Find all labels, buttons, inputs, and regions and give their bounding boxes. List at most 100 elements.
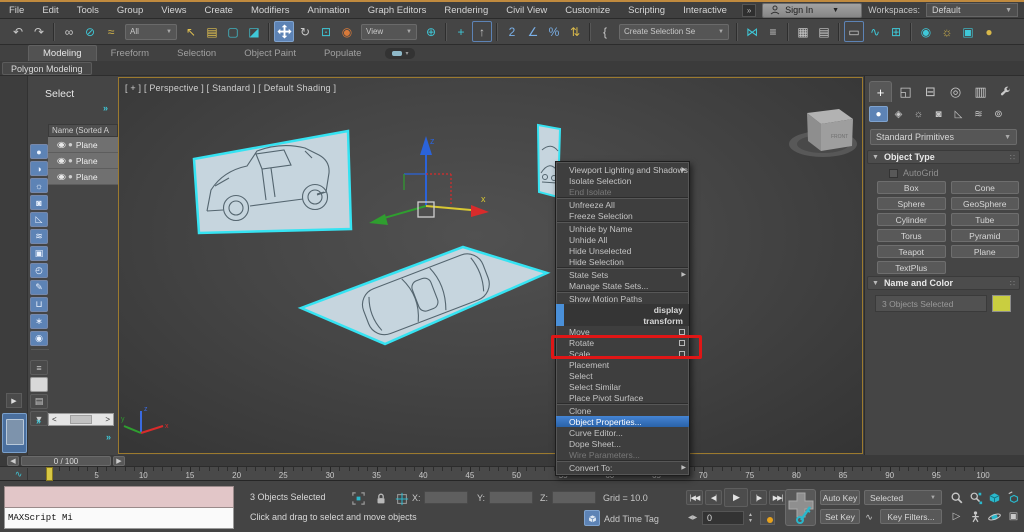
ribbon-toggle-icon[interactable]: ▭	[844, 21, 864, 42]
display-tab[interactable]: ▥	[969, 81, 992, 102]
space-warps-category-icon[interactable]: ≋	[969, 106, 988, 122]
align-icon[interactable]: ≡	[763, 21, 783, 42]
undo-icon[interactable]: ↶	[8, 21, 28, 42]
menu-file[interactable]: File	[0, 2, 33, 18]
select-and-place-icon[interactable]: ◉	[337, 21, 357, 42]
object-type-tube-button[interactable]: Tube	[951, 213, 1020, 226]
time-slider[interactable]: 0 / 100	[21, 456, 111, 466]
key-mode-toggle-icon[interactable]	[760, 511, 775, 525]
view-cube[interactable]: FRONT	[789, 109, 857, 157]
percent-snap-icon[interactable]: %	[544, 21, 564, 42]
context-menu-item-curve-editor[interactable]: Curve Editor...	[556, 427, 689, 438]
track-bar[interactable]: ∿ 51015202530354045505560657075808590951…	[0, 467, 1024, 481]
expand-panel-button[interactable]: ▶	[6, 393, 22, 408]
angle-snap-icon[interactable]: ∠	[523, 21, 543, 42]
object-type-torus-button[interactable]: Torus	[877, 229, 946, 242]
context-menu-item-move[interactable]: Move	[556, 326, 689, 337]
explorer-row-plane[interactable]: ◉●Plane	[48, 137, 118, 153]
go-to-start-button[interactable]: |◀◀	[686, 490, 703, 505]
rendered-frame-window-icon[interactable]: ▣	[958, 21, 978, 42]
settings-box-icon[interactable]	[679, 351, 685, 357]
geometry-category-icon[interactable]: ●	[869, 106, 888, 122]
set-key-button[interactable]: Set Key	[820, 509, 860, 524]
display-hidden-icon[interactable]: ◉	[30, 331, 48, 346]
context-menu-item-viewport-lighting-and-shadows[interactable]: Viewport Lighting and Shadows▶	[556, 164, 689, 175]
menu-tools[interactable]: Tools	[68, 2, 108, 18]
display-bones-icon[interactable]: ◴	[30, 263, 48, 278]
ribbon-tab-populate[interactable]: Populate	[310, 46, 376, 61]
next-frame-button[interactable]: |▶	[750, 490, 767, 505]
object-type-cylinder-button[interactable]: Cylinder	[877, 213, 946, 226]
selection-filter-dropdown[interactable]: All▼	[125, 24, 177, 40]
select-and-scale-icon[interactable]: ⊡	[316, 21, 336, 42]
menu-civil-view[interactable]: Civil View	[497, 2, 556, 18]
context-menu-item-object-properties[interactable]: Object Properties...	[556, 416, 689, 427]
scroll-right-icon[interactable]: >	[105, 415, 110, 424]
ribbon-tab-selection[interactable]: Selection	[163, 46, 230, 61]
object-type-rollout[interactable]: ▼ Object Type ∷	[867, 150, 1020, 164]
selection-dot-icon[interactable]: ●	[68, 172, 73, 181]
context-menu-item-hide-unselected[interactable]: Hide Unselected	[556, 245, 689, 256]
workspace-dropdown[interactable]: Default ▼	[926, 3, 1018, 17]
utilities-tab[interactable]	[994, 81, 1017, 102]
isolate-selection-icon[interactable]	[350, 491, 366, 506]
visibility-eye-icon[interactable]: ◉	[57, 172, 66, 181]
menu-interactive[interactable]: Interactive	[674, 2, 736, 18]
select-and-rotate-icon[interactable]: ↻	[295, 21, 315, 42]
orbit-icon[interactable]	[986, 508, 1003, 525]
panel-chevron[interactable]: »	[106, 432, 111, 442]
menu-overflow-button[interactable]: »	[742, 4, 756, 17]
display-lights-icon[interactable]: ☼	[30, 178, 48, 193]
polygon-modeling-panel-button[interactable]: Polygon Modeling	[2, 62, 92, 75]
minimized-scene-explorer-button[interactable]	[2, 413, 27, 453]
lock-cell-editing-icon[interactable]: ≡	[30, 360, 48, 375]
modify-tab[interactable]: ◱	[894, 81, 917, 102]
shapes-category-icon[interactable]: ◈	[889, 106, 908, 122]
menu-scripting[interactable]: Scripting	[619, 2, 674, 18]
zoom-extents-icon[interactable]	[986, 489, 1003, 506]
key-step-icons[interactable]: ◀▶	[688, 514, 697, 521]
viewport-label[interactable]: [ + ] [ Perspective ] [ Standard ] [ Def…	[125, 83, 336, 93]
explorer-scrollbar[interactable]: < >	[48, 413, 114, 426]
ribbon-tab-freeform[interactable]: Freeform	[97, 46, 164, 61]
ribbon-config-button[interactable]: ▾	[385, 48, 415, 59]
object-type-pyramid-button[interactable]: Pyramid	[951, 229, 1020, 242]
find-in-explorer-icon[interactable]: ▤	[30, 394, 48, 409]
curve-editor-icon[interactable]: ∿	[865, 21, 885, 42]
use-pivot-point-icon[interactable]: ⊕	[421, 21, 441, 42]
key-filters-button[interactable]: Key Filters...	[880, 509, 942, 524]
systems-category-icon[interactable]: ⊚	[989, 106, 1008, 122]
selection-lock-icon[interactable]	[373, 491, 389, 506]
render-production-icon[interactable]: ●	[979, 21, 999, 42]
object-type-teapot-button[interactable]: Teapot	[877, 245, 946, 258]
visibility-eye-icon[interactable]: ◉	[57, 140, 66, 149]
spinner-snap-icon[interactable]: ⇅	[565, 21, 585, 42]
scene-explorer-toggle-icon[interactable]: ▦	[793, 21, 813, 42]
display-cameras-icon[interactable]: ◙	[30, 195, 48, 210]
display-containers-icon[interactable]: ⊔	[30, 297, 48, 312]
frame-spinner[interactable]: ▲▼	[746, 511, 755, 525]
autogrid-checkbox[interactable]	[889, 169, 898, 178]
time-slider-prev-button[interactable]: ◀	[7, 456, 19, 466]
snaps-toggle-icon[interactable]: 2	[502, 21, 522, 42]
object-type-sphere-button[interactable]: Sphere	[877, 197, 946, 210]
mirror-icon[interactable]: ⋈	[742, 21, 762, 42]
context-menu-item-place-pivot-surface[interactable]: Place Pivot Surface	[556, 392, 689, 403]
play-button[interactable]: ▶	[724, 488, 748, 507]
object-type-box-button[interactable]: Box	[877, 181, 946, 194]
object-type-plane-button[interactable]: Plane	[951, 245, 1020, 258]
scroll-left-icon[interactable]: <	[52, 415, 57, 424]
context-menu-item-unfreeze-all[interactable]: Unfreeze All	[556, 199, 689, 210]
context-menu-item-isolate-selection[interactable]: Isolate Selection	[556, 175, 689, 186]
time-tag-cube-icon[interactable]	[584, 510, 600, 526]
context-menu-item-manage-state-sets[interactable]: Manage State Sets...	[556, 280, 689, 291]
context-menu-item-convert-to[interactable]: Convert To:▶	[556, 462, 689, 473]
display-shapes-icon[interactable]: ◑	[30, 161, 48, 176]
menu-modifiers[interactable]: Modifiers	[242, 2, 299, 18]
previous-frame-button[interactable]: ◀|	[705, 490, 722, 505]
zoom-region-icon[interactable]: ▷	[948, 508, 965, 525]
zoom-all-icon[interactable]	[967, 489, 984, 506]
maxscript-macro-recorder[interactable]	[4, 486, 234, 508]
hierarchy-tab[interactable]: ⊟	[919, 81, 942, 102]
menu-graph-editors[interactable]: Graph Editors	[359, 2, 436, 18]
